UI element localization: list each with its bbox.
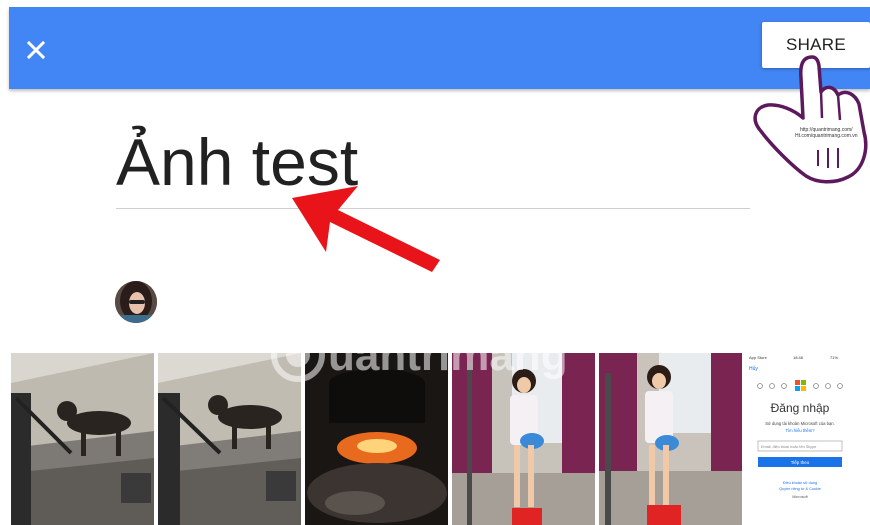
photo-child-drum-2[interactable] bbox=[599, 353, 742, 525]
photo-dog-stairs-1[interactable] bbox=[11, 353, 154, 525]
ms-heading: Đăng nhập bbox=[771, 401, 830, 415]
ms-status-time: 18:46 bbox=[793, 355, 804, 360]
ms-input: Email, điện thoại hoặc tên Skype bbox=[761, 445, 816, 449]
ms-status-right: 71% bbox=[830, 355, 838, 360]
ms-status-left: App Store bbox=[749, 355, 768, 360]
photo-microsoft-login[interactable]: App Store 18:46 71% Hủy Đăng nhập Sử dụn… bbox=[746, 353, 850, 525]
avatar bbox=[115, 281, 157, 323]
hand-text-1: http://quantrimang.com/ bbox=[800, 127, 853, 133]
title-field[interactable]: Ảnh test bbox=[116, 122, 750, 209]
ms-footer-2: Quyền riêng tư & Cookie bbox=[779, 487, 821, 491]
ms-cancel: Hủy bbox=[749, 365, 758, 372]
ms-footer-3: Microsoft bbox=[792, 495, 808, 499]
ms-next-button: Tiếp theo bbox=[791, 460, 810, 465]
album-title[interactable]: Ảnh test bbox=[116, 122, 358, 202]
ms-footer-1: Điều khoản sử dụng bbox=[783, 481, 817, 485]
close-button[interactable] bbox=[19, 33, 53, 67]
hand-text-2: Ht.com/quantrimang.com.vn bbox=[795, 133, 858, 139]
photo-dog-stairs-2[interactable] bbox=[158, 353, 301, 525]
close-icon bbox=[26, 40, 46, 60]
photo-fire-pot[interactable] bbox=[305, 353, 448, 525]
ms-subtitle: Sử dụng tài khoản Microsoft của bạn. bbox=[765, 421, 835, 426]
photo-child-drum-1[interactable] bbox=[452, 353, 595, 525]
share-button[interactable]: SHARE bbox=[762, 22, 870, 68]
ms-link: Tìm hiểu thêm? bbox=[785, 428, 815, 433]
app-bar: SHARE bbox=[9, 7, 870, 89]
